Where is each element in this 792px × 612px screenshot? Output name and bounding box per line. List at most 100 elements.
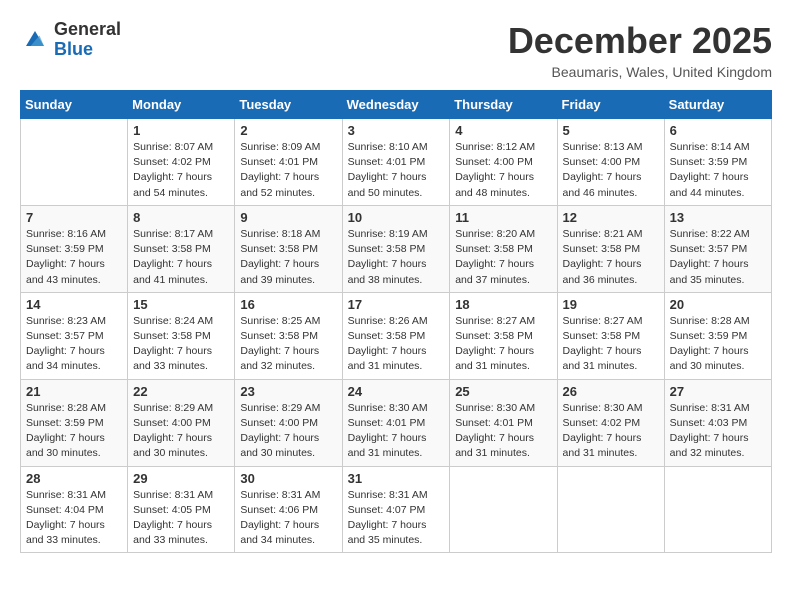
calendar-cell: 6Sunrise: 8:14 AM Sunset: 3:59 PM Daylig… <box>664 119 771 206</box>
day-info: Sunrise: 8:16 AM Sunset: 3:59 PM Dayligh… <box>26 227 122 288</box>
calendar-cell <box>21 119 128 206</box>
logo-general-text: General <box>54 20 121 40</box>
calendar-cell: 20 Sunrise: 8:28 AM Sunset: 3:59 PM Dayli… <box>664 292 771 379</box>
day-info: Sunrise: 8:30 AM Sunset: 4:01 PM Dayligh… <box>348 401 445 462</box>
day-of-week-saturday: Saturday <box>664 91 771 119</box>
day-info: Sunrise: 8:21 AM Sunset: 3:58 PM Dayligh… <box>563 227 659 288</box>
calendar-cell: 7Sunrise: 8:16 AM Sunset: 3:59 PM Daylig… <box>21 205 128 292</box>
calendar-week-5: 28 Sunrise: 8:31 AM Sunset: 4:04 PM Dayli… <box>21 466 772 553</box>
calendar-cell: 2 Sunrise: 8:09 AM Sunset: 4:01 PM Daylig… <box>235 119 342 206</box>
day-of-week-wednesday: Wednesday <box>342 91 450 119</box>
day-number: 19 <box>563 297 659 312</box>
day-number: 24 <box>348 384 445 399</box>
day-of-week-thursday: Thursday <box>450 91 557 119</box>
page-header: General Blue December 2025 Beaumaris, Wa… <box>20 20 772 80</box>
calendar-week-1: 1 Sunrise: 8:07 AM Sunset: 4:02 PM Daylig… <box>21 119 772 206</box>
day-info: Sunrise: 8:13 AM Sunset: 4:00 PM Dayligh… <box>563 140 659 201</box>
day-number: 18 <box>455 297 551 312</box>
day-of-week-tuesday: Tuesday <box>235 91 342 119</box>
calendar-cell: 29 Sunrise: 8:31 AM Sunset: 4:05 PM Dayli… <box>128 466 235 553</box>
day-number: 11 <box>455 210 551 225</box>
day-number: 10 <box>348 210 445 225</box>
day-number: 1 <box>133 123 229 138</box>
day-number: 5 <box>563 123 659 138</box>
calendar-cell: 28 Sunrise: 8:31 AM Sunset: 4:04 PM Dayli… <box>21 466 128 553</box>
calendar-cell: 3 Sunrise: 8:10 AM Sunset: 4:01 PM Daylig… <box>342 119 450 206</box>
day-number: 3 <box>348 123 445 138</box>
calendar-cell: 17 Sunrise: 8:26 AM Sunset: 3:58 PM Dayli… <box>342 292 450 379</box>
calendar-cell: 31Sunrise: 8:31 AM Sunset: 4:07 PM Dayli… <box>342 466 450 553</box>
day-info: Sunrise: 8:19 AM Sunset: 3:58 PM Dayligh… <box>348 227 445 288</box>
logo-icon <box>20 25 50 55</box>
day-info: Sunrise: 8:09 AM Sunset: 4:01 PM Dayligh… <box>240 140 336 201</box>
calendar-cell: 30 Sunrise: 8:31 AM Sunset: 4:06 PM Dayli… <box>235 466 342 553</box>
day-info: Sunrise: 8:31 AM Sunset: 4:05 PM Dayligh… <box>133 488 229 549</box>
day-of-week-friday: Friday <box>557 91 664 119</box>
day-info: Sunrise: 8:31 AM Sunset: 4:07 PM Dayligh… <box>348 488 445 549</box>
calendar-cell: 8Sunrise: 8:17 AM Sunset: 3:58 PM Daylig… <box>128 205 235 292</box>
day-info: Sunrise: 8:17 AM Sunset: 3:58 PM Dayligh… <box>133 227 229 288</box>
day-number: 29 <box>133 471 229 486</box>
logo: General Blue <box>20 20 121 60</box>
calendar-table: SundayMondayTuesdayWednesdayThursdayFrid… <box>20 90 772 553</box>
day-number: 26 <box>563 384 659 399</box>
day-info: Sunrise: 8:25 AM Sunset: 3:58 PM Dayligh… <box>240 314 336 375</box>
day-info: Sunrise: 8:12 AM Sunset: 4:00 PM Dayligh… <box>455 140 551 201</box>
day-number: 25 <box>455 384 551 399</box>
day-info: Sunrise: 8:30 AM Sunset: 4:01 PM Dayligh… <box>455 401 551 462</box>
calendar-cell: 24 Sunrise: 8:30 AM Sunset: 4:01 PM Dayli… <box>342 379 450 466</box>
calendar-cell: 5 Sunrise: 8:13 AM Sunset: 4:00 PM Daylig… <box>557 119 664 206</box>
logo-blue-text: Blue <box>54 40 121 60</box>
day-info: Sunrise: 8:20 AM Sunset: 3:58 PM Dayligh… <box>455 227 551 288</box>
day-info: Sunrise: 8:31 AM Sunset: 4:06 PM Dayligh… <box>240 488 336 549</box>
day-info: Sunrise: 8:18 AM Sunset: 3:58 PM Dayligh… <box>240 227 336 288</box>
calendar-week-4: 21Sunrise: 8:28 AM Sunset: 3:59 PM Dayli… <box>21 379 772 466</box>
day-number: 21 <box>26 384 122 399</box>
calendar-cell <box>664 466 771 553</box>
day-number: 23 <box>240 384 336 399</box>
location-text: Beaumaris, Wales, United Kingdom <box>508 64 772 80</box>
day-number: 9 <box>240 210 336 225</box>
title-block: December 2025 Beaumaris, Wales, United K… <box>508 20 772 80</box>
day-info: Sunrise: 8:23 AM Sunset: 3:57 PM Dayligh… <box>26 314 122 375</box>
days-row: SundayMondayTuesdayWednesdayThursdayFrid… <box>21 91 772 119</box>
day-info: Sunrise: 8:10 AM Sunset: 4:01 PM Dayligh… <box>348 140 445 201</box>
calendar-cell: 25 Sunrise: 8:30 AM Sunset: 4:01 PM Dayli… <box>450 379 557 466</box>
day-number: 12 <box>563 210 659 225</box>
day-info: Sunrise: 8:27 AM Sunset: 3:58 PM Dayligh… <box>455 314 551 375</box>
day-info: Sunrise: 8:26 AM Sunset: 3:58 PM Dayligh… <box>348 314 445 375</box>
calendar-week-2: 7Sunrise: 8:16 AM Sunset: 3:59 PM Daylig… <box>21 205 772 292</box>
calendar-cell: 21Sunrise: 8:28 AM Sunset: 3:59 PM Dayli… <box>21 379 128 466</box>
day-number: 14 <box>26 297 122 312</box>
calendar-cell: 22Sunrise: 8:29 AM Sunset: 4:00 PM Dayli… <box>128 379 235 466</box>
day-number: 22 <box>133 384 229 399</box>
day-info: Sunrise: 8:27 AM Sunset: 3:58 PM Dayligh… <box>563 314 659 375</box>
calendar-cell <box>557 466 664 553</box>
day-number: 20 <box>670 297 766 312</box>
calendar-cell: 23 Sunrise: 8:29 AM Sunset: 4:00 PM Dayli… <box>235 379 342 466</box>
calendar-cell: 10 Sunrise: 8:19 AM Sunset: 3:58 PM Dayli… <box>342 205 450 292</box>
day-info: Sunrise: 8:24 AM Sunset: 3:58 PM Dayligh… <box>133 314 229 375</box>
day-info: Sunrise: 8:07 AM Sunset: 4:02 PM Dayligh… <box>133 140 229 201</box>
calendar-cell: 18 Sunrise: 8:27 AM Sunset: 3:58 PM Dayli… <box>450 292 557 379</box>
day-info: Sunrise: 8:28 AM Sunset: 3:59 PM Dayligh… <box>670 314 766 375</box>
day-number: 15 <box>133 297 229 312</box>
day-info: Sunrise: 8:30 AM Sunset: 4:02 PM Dayligh… <box>563 401 659 462</box>
day-info: Sunrise: 8:29 AM Sunset: 4:00 PM Dayligh… <box>240 401 336 462</box>
calendar-cell: 27 Sunrise: 8:31 AM Sunset: 4:03 PM Dayli… <box>664 379 771 466</box>
day-number: 2 <box>240 123 336 138</box>
day-number: 27 <box>670 384 766 399</box>
calendar-cell <box>450 466 557 553</box>
day-info: Sunrise: 8:31 AM Sunset: 4:03 PM Dayligh… <box>670 401 766 462</box>
day-number: 28 <box>26 471 122 486</box>
calendar-header: SundayMondayTuesdayWednesdayThursdayFrid… <box>21 91 772 119</box>
calendar-cell: 15 Sunrise: 8:24 AM Sunset: 3:58 PM Dayli… <box>128 292 235 379</box>
calendar-cell: 4 Sunrise: 8:12 AM Sunset: 4:00 PM Daylig… <box>450 119 557 206</box>
day-info: Sunrise: 8:14 AM Sunset: 3:59 PM Dayligh… <box>670 140 766 201</box>
calendar-cell: 11 Sunrise: 8:20 AM Sunset: 3:58 PM Dayli… <box>450 205 557 292</box>
day-number: 17 <box>348 297 445 312</box>
day-number: 30 <box>240 471 336 486</box>
day-info: Sunrise: 8:31 AM Sunset: 4:04 PM Dayligh… <box>26 488 122 549</box>
day-of-week-sunday: Sunday <box>21 91 128 119</box>
day-number: 4 <box>455 123 551 138</box>
